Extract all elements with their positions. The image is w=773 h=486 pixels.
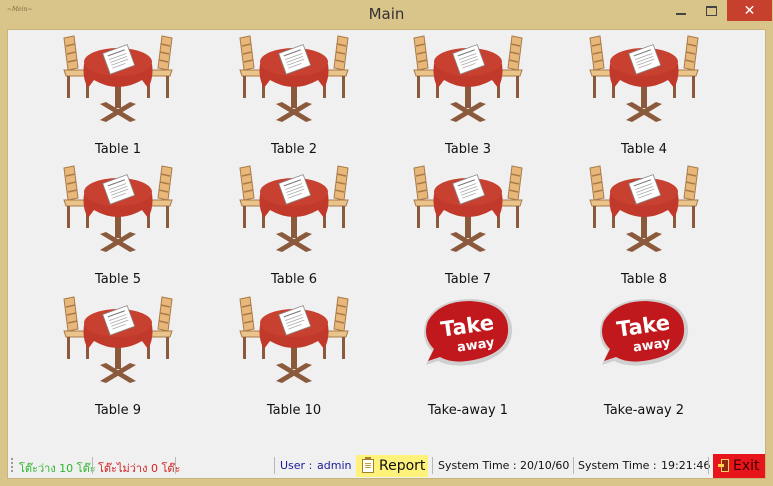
exit-button[interactable]: Exit (713, 454, 765, 478)
minimize-button[interactable] (667, 0, 695, 21)
table-label: Take-away 2 (603, 403, 685, 418)
table-icon (58, 160, 178, 255)
takeaway-icon: Take away (600, 299, 689, 366)
table-label: Table 8 (620, 272, 668, 287)
window-title: Main (368, 5, 405, 23)
table-tile[interactable]: Table 8 (564, 160, 724, 287)
main-panel: Table 1 Table 2 Table 3 Table 4 Table 5 … (7, 29, 766, 479)
table-label: Table 5 (94, 272, 142, 287)
table-tile[interactable]: Table 2 (214, 30, 374, 157)
status-bar: โต๊ะว่าง 10 โต๊ะ โต๊ะไม่ว่าง 0 โต๊ะ User… (8, 454, 765, 478)
table-icon (234, 30, 354, 125)
close-icon: ✕ (743, 2, 756, 19)
table-tile[interactable]: Table 1 (38, 30, 198, 157)
table-label: Take-away 1 (427, 403, 509, 418)
exit-door-icon (718, 459, 730, 473)
status-separator (573, 457, 574, 474)
system-date: 20/10/60 (520, 459, 570, 472)
clipboard-icon (362, 457, 374, 473)
takeaway-tile[interactable]: Take away Take-away 2 (564, 291, 724, 418)
report-label: Report (379, 458, 426, 474)
table-icon (234, 291, 354, 386)
status-separator (175, 457, 176, 474)
table-tile[interactable]: Table 10 (214, 291, 374, 418)
table-label: Table 9 (94, 403, 142, 418)
status-separator (274, 457, 275, 474)
table-label: Table 3 (444, 142, 492, 157)
table-label: Table 10 (266, 403, 322, 418)
table-icon (58, 30, 178, 125)
maximize-icon (705, 5, 717, 16)
table-icon (408, 30, 528, 125)
table-icon (234, 160, 354, 255)
takeaway-icon: Take away (424, 299, 513, 366)
table-tile[interactable]: Table 7 (388, 160, 548, 287)
close-button[interactable]: ✕ (727, 0, 772, 21)
table-label: Table 6 (270, 272, 318, 287)
status-separator (92, 457, 93, 474)
system-time: 19:21:46 (661, 459, 711, 472)
system-time-label: System Time : (578, 459, 657, 472)
exit-label: Exit (733, 458, 760, 474)
user-name: admin (317, 459, 352, 472)
status-separator (432, 457, 433, 474)
table-tile[interactable]: Table 9 (38, 291, 198, 418)
status-separator (708, 457, 709, 474)
table-icon (408, 160, 528, 255)
table-grid: Table 1 Table 2 Table 3 Table 4 Table 5 … (8, 30, 767, 450)
status-grip (11, 458, 13, 474)
minimize-icon (676, 12, 686, 15)
free-tables-count: โต๊ะว่าง 10 โต๊ะ (19, 462, 96, 475)
table-tile[interactable]: Table 6 (214, 160, 374, 287)
takeaway-tile[interactable]: Take away Take-away 1 (388, 291, 548, 418)
title-bar: ~Mein~ Main ✕ (0, 0, 773, 29)
maximize-button[interactable] (697, 0, 725, 21)
table-label: Table 1 (94, 142, 142, 157)
table-icon (584, 160, 704, 255)
table-label: Table 2 (270, 142, 318, 157)
user-label: User : (280, 459, 313, 472)
table-tile[interactable]: Table 3 (388, 30, 548, 157)
busy-tables-count: โต๊ะไม่ว่าง 0 โต๊ะ (98, 462, 181, 475)
table-icon (584, 30, 704, 125)
report-button[interactable]: Report (356, 455, 428, 477)
table-label: Table 7 (444, 272, 492, 287)
table-tile[interactable]: Table 4 (564, 30, 724, 157)
system-date-label: System Time : (438, 459, 517, 472)
table-icon (58, 291, 178, 386)
table-tile[interactable]: Table 5 (38, 160, 198, 287)
table-label: Table 4 (620, 142, 668, 157)
